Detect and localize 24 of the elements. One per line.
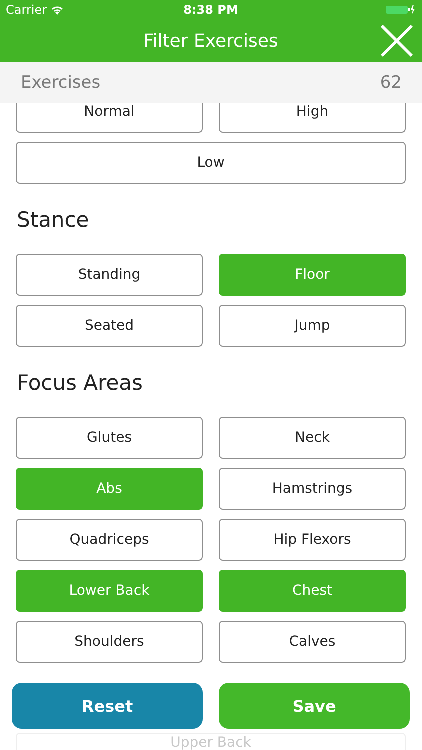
status-time: 8:38 PM [184,3,238,17]
screen-title: Filter Exercises [144,30,278,52]
filter-option[interactable]: High [219,103,406,133]
close-icon[interactable] [380,24,414,58]
filter-option[interactable]: Low [16,142,406,184]
filter-option[interactable]: Jump [219,305,406,347]
filter-option[interactable]: Hip Flexors [219,519,406,561]
battery-icon [386,5,416,15]
exercises-label: Exercises [21,72,101,92]
exercise-count: 62 [380,72,402,92]
reset-button[interactable]: Reset [12,683,203,729]
section-heading: Stance [17,208,90,232]
wifi-icon [51,5,64,15]
filter-option[interactable]: Normal [16,103,203,133]
filter-option[interactable]: Shoulders [16,621,203,663]
filter-option[interactable]: Quadriceps [16,519,203,561]
filter-option[interactable]: Standing [16,254,203,296]
filter-option[interactable]: Glutes [16,417,203,459]
section-heading: Focus Areas [17,371,144,395]
filter-option[interactable]: Calves [219,621,406,663]
filter-option[interactable]: Neck [219,417,406,459]
filter-option[interactable]: Hamstrings [219,468,406,510]
filter-option[interactable]: Seated [16,305,203,347]
carrier-name: Carrier [6,3,48,17]
